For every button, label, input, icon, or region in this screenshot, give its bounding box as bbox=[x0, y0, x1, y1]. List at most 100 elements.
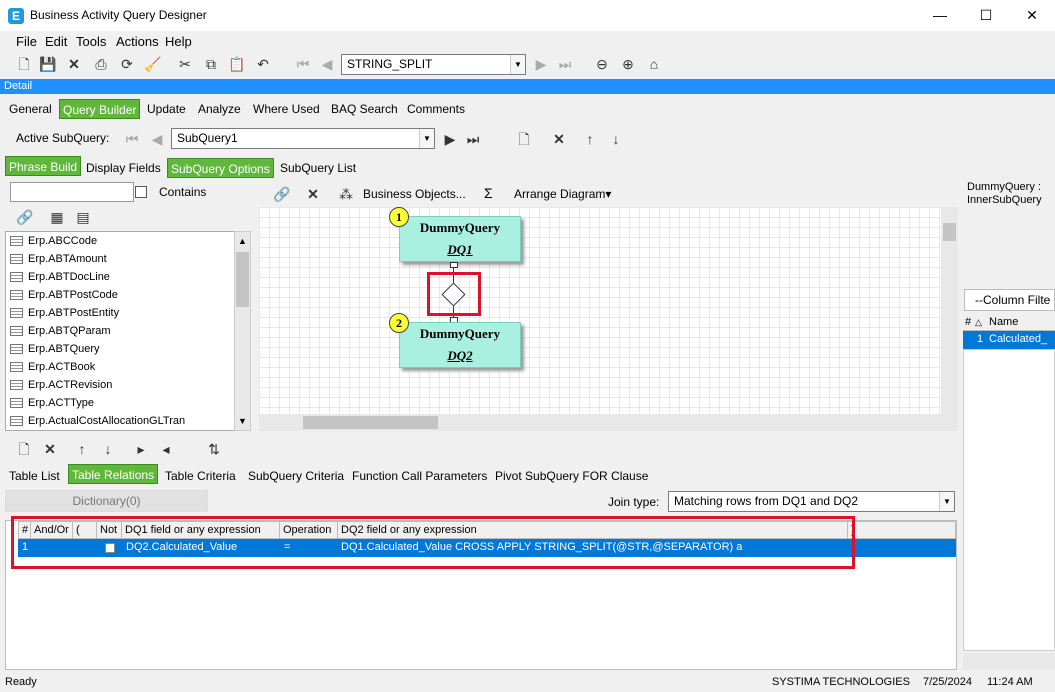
tab-update[interactable]: Update bbox=[144, 99, 189, 119]
chevron-down-icon[interactable]: ▼ bbox=[939, 492, 954, 511]
business-objects-icon[interactable]: ⁂ bbox=[336, 184, 356, 204]
tab-table-criteria[interactable]: Table Criteria bbox=[162, 466, 239, 486]
business-objects-button[interactable]: Business Objects... bbox=[363, 187, 466, 201]
back-icon[interactable]: ⊖ bbox=[592, 54, 612, 74]
next-record-icon[interactable]: ▶ bbox=[531, 54, 551, 74]
arrange-diagram-button[interactable]: Arrange Diagram▾ bbox=[514, 187, 611, 201]
subquery-selector[interactable]: SubQuery1 ▼ bbox=[171, 128, 435, 149]
menu-edit[interactable]: Edit bbox=[45, 34, 67, 49]
new-subquery-icon[interactable]: 🗋 bbox=[514, 129, 534, 149]
menu-help[interactable]: Help bbox=[165, 34, 192, 49]
join-type-select[interactable]: Matching rows from DQ1 and DQ2 ▼ bbox=[668, 491, 955, 512]
delete-icon[interactable]: ✕ bbox=[64, 54, 84, 74]
delete-relation-icon[interactable]: ✕ bbox=[40, 439, 60, 459]
table-search-input[interactable] bbox=[10, 182, 134, 202]
new-relation-icon[interactable]: 🗋 bbox=[14, 439, 34, 459]
next-subquery-icon[interactable]: ▶ bbox=[440, 129, 460, 149]
table-list-item[interactable]: Erp.ABTPostCode bbox=[6, 286, 239, 304]
save-icon[interactable]: 💾 bbox=[38, 54, 58, 74]
scrollbar-thumb[interactable] bbox=[303, 416, 438, 429]
connector-handle[interactable] bbox=[450, 262, 458, 268]
move-up-icon[interactable]: ↑ bbox=[72, 439, 92, 459]
table-list-item[interactable]: Erp.ABTAmount bbox=[6, 250, 239, 268]
tab-table-list[interactable]: Table List bbox=[6, 466, 63, 486]
new-icon[interactable]: 🗋 bbox=[14, 54, 34, 74]
paste-icon[interactable]: 📋 bbox=[227, 54, 247, 74]
undo-icon[interactable]: ↶ bbox=[253, 54, 273, 74]
diagram-canvas[interactable]: DummyQuery DQ1 1 DummyQuery DQ2 2 bbox=[259, 207, 958, 414]
table-list-item[interactable]: Erp.ActualCostAllocationGLTran bbox=[6, 412, 239, 430]
home-icon[interactable]: ⌂ bbox=[644, 54, 664, 74]
table-list-item[interactable]: Erp.ABTDocLine bbox=[6, 268, 239, 286]
tab-function-call-parameters[interactable]: Function Call Parameters bbox=[349, 466, 490, 486]
clear-icon[interactable]: 🧹 bbox=[143, 54, 163, 74]
dictionary-button[interactable]: Dictionary(0) bbox=[5, 490, 208, 512]
play-icon[interactable]: ▸ bbox=[131, 439, 151, 459]
tab-pivot-subquery[interactable]: Pivot SubQuery FOR Clause bbox=[492, 466, 651, 486]
forward-icon[interactable]: ⊕ bbox=[618, 54, 638, 74]
column-grid-row[interactable]: 1 Calculated_ bbox=[963, 331, 1055, 349]
refresh-icon[interactable]: ⟳ bbox=[117, 54, 137, 74]
minimize-button[interactable]: — bbox=[917, 0, 963, 31]
tab-baq-search[interactable]: BAQ Search bbox=[328, 99, 401, 119]
table-list-scrollbar[interactable]: ▲ ▼ bbox=[234, 231, 251, 431]
cut-icon[interactable]: ✂ bbox=[175, 54, 195, 74]
chevron-down-icon[interactable]: ▼ bbox=[419, 129, 434, 148]
first-record-icon[interactable]: ⏮ bbox=[293, 54, 313, 74]
move-down-icon[interactable]: ↓ bbox=[98, 439, 118, 459]
table-list-item[interactable]: Erp.ABTPostEntity bbox=[6, 304, 239, 322]
remove-table-icon[interactable]: ✕ bbox=[303, 184, 323, 204]
prev-record-icon[interactable]: ◀ bbox=[317, 54, 337, 74]
copy-icon[interactable]: ⧉ bbox=[201, 54, 221, 74]
move-down-icon[interactable]: ↓ bbox=[606, 129, 626, 149]
tab-display-fields[interactable]: Display Fields bbox=[83, 158, 164, 178]
link-icon[interactable]: 🔗 bbox=[272, 184, 292, 204]
sigma-icon[interactable]: Σ bbox=[484, 185, 493, 201]
column-filter-input[interactable]: --Column Filte bbox=[964, 289, 1055, 311]
attach-icon[interactable]: ⎙ bbox=[91, 54, 111, 74]
chevron-down-icon[interactable]: ▼ bbox=[510, 55, 525, 74]
table-icon[interactable]: ▦ bbox=[47, 207, 67, 227]
scrollbar-thumb[interactable] bbox=[236, 252, 249, 307]
tab-analyze[interactable]: Analyze bbox=[195, 99, 244, 119]
sort-icon[interactable]: △ bbox=[975, 313, 982, 331]
tab-general[interactable]: General bbox=[6, 99, 55, 119]
scroll-down-icon[interactable]: ▼ bbox=[236, 413, 249, 429]
close-window-button[interactable]: ✕ bbox=[1009, 0, 1055, 31]
tab-subquery-options[interactable]: SubQuery Options bbox=[167, 158, 274, 178]
maximize-button[interactable]: ☐ bbox=[963, 0, 1009, 31]
link-icon[interactable]: 🔗 bbox=[15, 207, 35, 227]
tab-comments[interactable]: Comments bbox=[404, 99, 468, 119]
tab-phrase-build[interactable]: Phrase Build bbox=[5, 156, 82, 176]
query-selector[interactable]: STRING_SPLIT ▼ bbox=[341, 54, 526, 75]
delete-subquery-icon[interactable]: ✕ bbox=[549, 129, 569, 149]
scrollbar-thumb[interactable] bbox=[943, 223, 956, 241]
menu-actions[interactable]: Actions bbox=[116, 34, 159, 49]
tab-subquery-list[interactable]: SubQuery List bbox=[277, 158, 359, 178]
tab-table-relations[interactable]: Table Relations bbox=[68, 464, 159, 484]
tab-where-used[interactable]: Where Used bbox=[250, 99, 323, 119]
table-list-item[interactable]: Erp.ACTRevision bbox=[6, 376, 239, 394]
contains-checkbox[interactable] bbox=[135, 186, 147, 198]
table-list-item[interactable]: Erp.ABCCode bbox=[6, 232, 239, 250]
last-subquery-icon[interactable]: ⏭ bbox=[463, 129, 483, 149]
prev-subquery-icon[interactable]: ◀ bbox=[147, 129, 167, 149]
table-list-item[interactable]: Erp.ACTType bbox=[6, 394, 239, 412]
query-node-1[interactable]: DummyQuery DQ1 bbox=[399, 216, 521, 262]
move-up-icon[interactable]: ↑ bbox=[580, 129, 600, 149]
menu-file[interactable]: File bbox=[16, 34, 37, 49]
tab-subquery-criteria[interactable]: SubQuery Criteria bbox=[245, 466, 347, 486]
last-record-icon[interactable]: ⏭ bbox=[555, 54, 575, 74]
tab-query-builder[interactable]: Query Builder bbox=[59, 99, 141, 119]
back-arrow-icon[interactable]: ◂ bbox=[156, 439, 176, 459]
menu-tools[interactable]: Tools bbox=[76, 34, 106, 49]
table-list-item[interactable]: Erp.ABTQParam bbox=[6, 322, 239, 340]
right-hscroll[interactable] bbox=[963, 653, 1055, 670]
query-node-2[interactable]: DummyQuery DQ2 bbox=[399, 322, 521, 368]
table-list-item[interactable]: Erp.ACTBook bbox=[6, 358, 239, 376]
diagram-vscroll[interactable] bbox=[941, 207, 958, 414]
table-list-item[interactable]: Erp.ABTQuery bbox=[6, 340, 239, 358]
diagram-hscroll[interactable] bbox=[259, 414, 958, 431]
calculator-icon[interactable]: ▤ bbox=[73, 207, 93, 227]
sort-az-icon[interactable]: ⇅ bbox=[204, 439, 224, 459]
